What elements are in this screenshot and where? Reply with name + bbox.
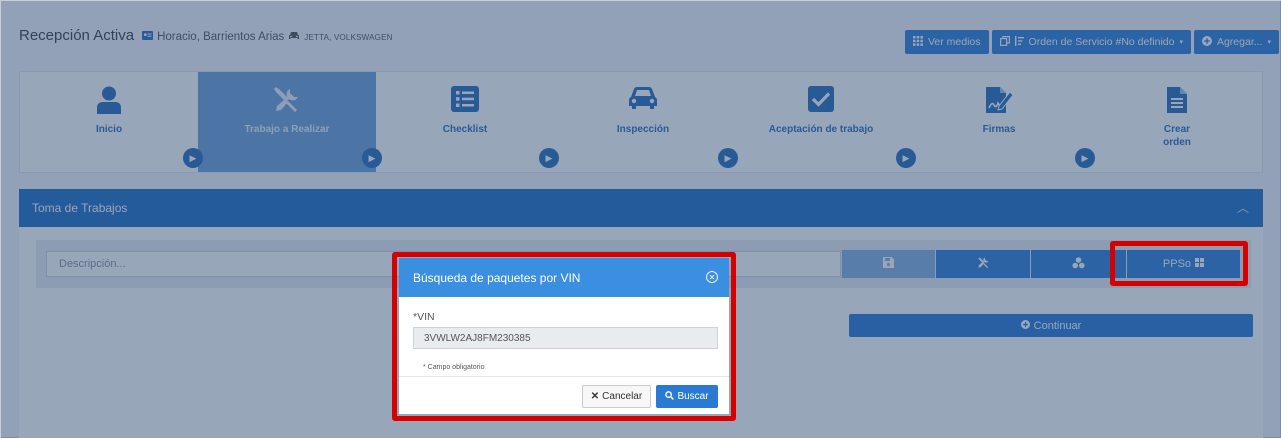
cancel-button[interactable]: ✕ Cancelar	[582, 385, 651, 408]
search-label: Buscar	[677, 391, 709, 402]
vin-input[interactable]: 3VWLW2AJ8FM230385	[413, 327, 718, 349]
modal-title: Búsqueda de paquetes por VIN	[413, 270, 581, 285]
cancel-label: Cancelar	[602, 391, 643, 402]
search-button[interactable]: Buscar	[656, 385, 718, 408]
required-note: * Campo obligatorio	[423, 364, 485, 371]
ppso-highlight	[1110, 241, 1248, 286]
modal-footer-divider	[399, 376, 729, 377]
close-icon[interactable]: ✕	[706, 271, 718, 283]
page: Recepción Activa Horacio, Barrientos Ari…	[0, 0, 1281, 438]
vin-label: *VIN	[413, 311, 435, 323]
times-icon: ✕	[590, 391, 600, 402]
vin-search-modal: Búsqueda de paquetes por VIN ✕ *VIN 3VWL…	[399, 258, 729, 414]
search-icon	[665, 390, 675, 403]
modal-header: Búsqueda de paquetes por VIN ✕	[399, 258, 729, 297]
